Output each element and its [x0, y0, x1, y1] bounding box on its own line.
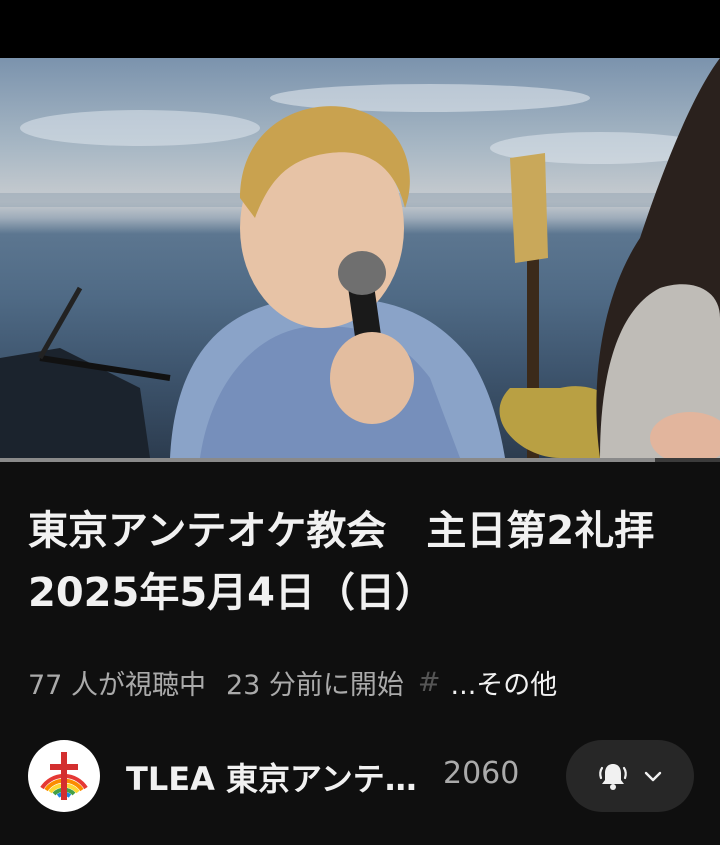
status-bar-area — [0, 0, 720, 58]
stream-start-time: 23 分前に開始 — [225, 669, 404, 701]
notification-settings-button[interactable] — [566, 740, 694, 812]
subscriber-count: 2060 — [443, 756, 520, 791]
video-frame — [0, 58, 720, 458]
more-button[interactable]: ...その他 — [451, 663, 558, 702]
channel-logo-icon — [40, 752, 88, 800]
channel-name[interactable]: TLEA 東京アンテオケ教会 — [126, 754, 426, 800]
channel-row: TLEA 東京アンテオケ教会 2060 — [28, 740, 698, 812]
bell-ringing-icon — [599, 764, 627, 790]
hashtag-fade: # — [417, 666, 441, 698]
video-player[interactable] — [0, 58, 720, 458]
video-metadata[interactable]: 77 人が視聴中 23 分前に開始 # ...その他 — [28, 660, 688, 704]
live-viewer-count: 77 人が視聴中 — [28, 669, 206, 701]
chevron-down-icon — [644, 771, 662, 782]
video-progress-bar[interactable] — [0, 458, 720, 462]
channel-avatar[interactable] — [28, 740, 100, 812]
video-progress-fill — [0, 458, 656, 462]
video-title[interactable]: 東京アンテオケ教会 主日第2礼拝 2025年5月4日（日） — [28, 500, 698, 624]
